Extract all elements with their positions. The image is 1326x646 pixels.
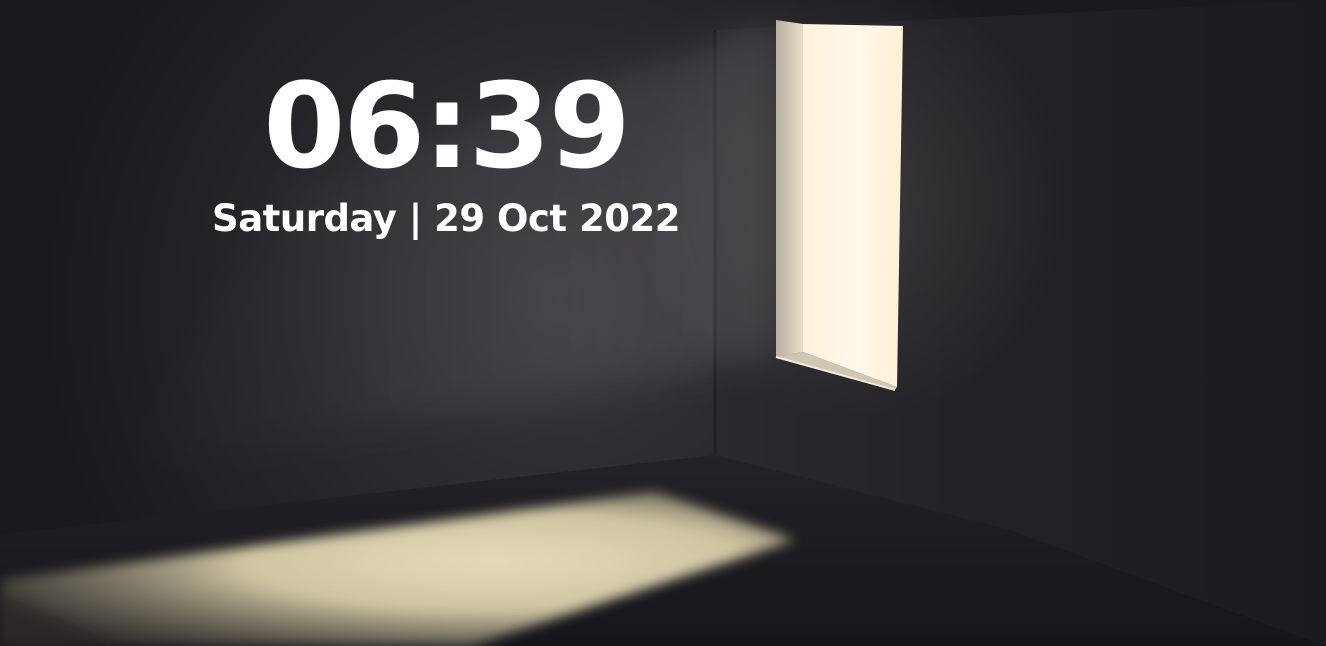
lock-screen: 06:39 Saturday | 29 Oct 2022 [0,0,1326,646]
clock-widget: 06:39 Saturday | 29 Oct 2022 [186,62,706,242]
clock-time: 06:39 [263,57,631,195]
clock-date: Saturday | 29 Oct 2022 [212,197,680,240]
